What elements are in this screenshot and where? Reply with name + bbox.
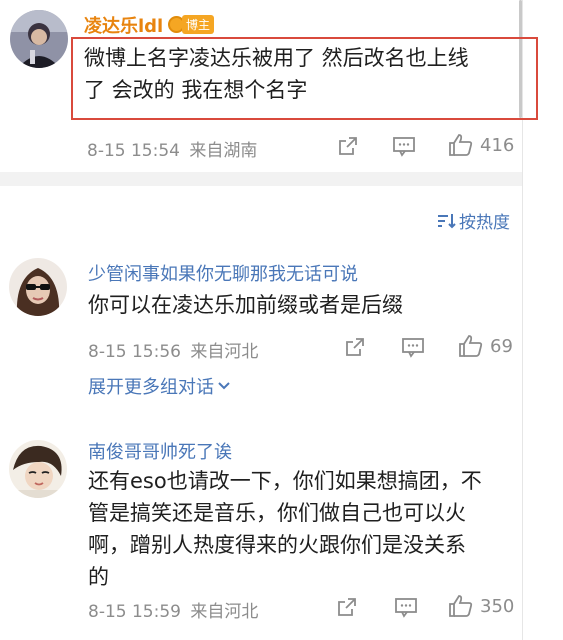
comment-text-line: 你可以在凌达乐加前缀或者是后缀: [88, 293, 403, 317]
expand-more-replies[interactable]: 展开更多组对话: [88, 373, 231, 399]
username[interactable]: 少管闲事如果你无聊那我无话可说: [88, 260, 358, 286]
reply-button[interactable]: [394, 596, 418, 618]
share-icon: [338, 598, 356, 616]
comment-text-line: 的: [88, 565, 109, 589]
timestamp: 8-15 15:54: [87, 141, 180, 161]
comment-item-2: 少管闲事如果你无聊那我无话可说 你可以在凌达乐加前缀或者是后缀 8-15 15:…: [0, 240, 525, 400]
comment-icon: [395, 598, 417, 618]
comment-text: 你可以在凌达乐加前缀或者是后缀: [88, 289, 523, 321]
reply-button[interactable]: [392, 135, 416, 157]
like-count: 350: [480, 595, 515, 617]
chevron-down-icon: [218, 382, 230, 390]
highlight-box: [71, 37, 538, 120]
like-button[interactable]: 69: [458, 334, 513, 358]
timestamp: 8-15 15:56: [88, 342, 181, 362]
share-icon: [346, 338, 364, 356]
avatar[interactable]: [9, 258, 67, 316]
share-icon: [339, 137, 357, 155]
like-button[interactable]: 416: [448, 133, 514, 157]
comment-text-line: 啊，蹭别人热度得来的火跟你们是没关系: [88, 533, 466, 557]
section-divider: [0, 172, 522, 186]
username[interactable]: 南俊哥哥帅死了诶: [88, 438, 232, 464]
badge-label: 博主: [182, 14, 215, 34]
location: 来自河北: [190, 602, 259, 622]
like-count: 69: [490, 335, 513, 357]
like-button[interactable]: 350: [448, 594, 514, 618]
like-icon: [459, 335, 483, 357]
avatar[interactable]: [9, 440, 67, 498]
comment-meta: 8-15 15:56 来自河北: [88, 337, 258, 362]
reply-button[interactable]: [401, 336, 425, 358]
sort-toggle[interactable]: 按热度: [436, 208, 510, 233]
expand-label: 展开更多组对话: [88, 377, 214, 398]
avatar[interactable]: [10, 10, 68, 68]
location: 来自河北: [190, 342, 259, 362]
comment-icon: [402, 338, 424, 358]
location: 来自湖南: [189, 141, 258, 161]
timestamp: 8-15 15:59: [88, 602, 181, 622]
username[interactable]: 凌达乐ldl: [84, 12, 163, 38]
comment-icon: [393, 137, 415, 157]
comment-text-line: 管是搞笑还是音乐，你们做自己也可以火: [88, 501, 466, 525]
share-button[interactable]: [336, 596, 358, 618]
like-count: 416: [480, 134, 515, 156]
like-icon: [449, 595, 473, 617]
like-icon: [449, 134, 473, 156]
comment-item-3: 南俊哥哥帅死了诶 还有eso也请改一下，你们如果想搞团，不 管是搞笑还是音乐，你…: [0, 420, 525, 640]
share-button[interactable]: [337, 135, 359, 157]
comment-text-line: 还有eso也请改一下，你们如果想搞团，不: [88, 469, 482, 493]
sort-label: 按热度: [459, 213, 510, 233]
comment-meta: 8-15 15:59 来自河北: [88, 597, 258, 622]
sort-icon: [438, 213, 456, 228]
share-button[interactable]: [344, 336, 366, 358]
blogger-badge: 博主: [168, 14, 215, 34]
comment-text: 还有eso也请改一下，你们如果想搞团，不 管是搞笑还是音乐，你们做自己也可以火 …: [88, 465, 523, 593]
comment-meta: 8-15 15:54 来自湖南: [87, 136, 257, 161]
